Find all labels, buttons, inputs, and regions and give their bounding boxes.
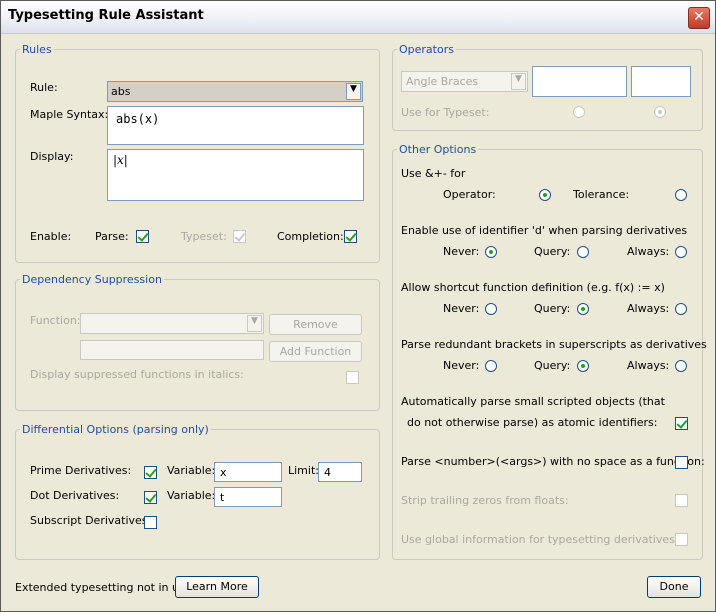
prime-variable-field[interactable]: x (214, 462, 282, 482)
number-args-checkbox[interactable] (675, 456, 688, 469)
identifier-d-query-label: Query: (534, 245, 571, 258)
identifier-d-label: Enable use of identifier 'd' when parsin… (401, 224, 688, 237)
maple-syntax-label: Maple Syntax: (30, 108, 109, 121)
operator-type-value: Angle Braces (406, 75, 479, 88)
global-info-label: Use global information for typesetting d… (401, 533, 679, 546)
status-text: Extended typesetting not in use (15, 581, 192, 594)
chevron-down-icon[interactable]: ▼ (511, 73, 526, 90)
window-title: Typesetting Rule Assistant (8, 8, 204, 23)
typeset-label: Typeset: (181, 230, 227, 243)
operator-close-field[interactable] (631, 66, 691, 97)
dot-variable-value: t (220, 491, 225, 504)
rules-legend: Rules (22, 43, 52, 56)
dot-derivatives-checkbox[interactable] (144, 491, 157, 504)
use-for-typeset-radio-2[interactable] (654, 106, 666, 118)
number-args-label: Parse <number>(<args>) with no space as … (401, 455, 705, 468)
use-for-typeset-label: Use for Typeset: (401, 106, 490, 119)
subscript-derivatives-label: Subscript Derivatives: (30, 514, 152, 527)
rule-label: Rule: (30, 81, 58, 94)
rule-select-value: abs (111, 85, 131, 98)
auto-parse-checkbox[interactable] (675, 417, 688, 430)
function-input[interactable] (80, 340, 264, 360)
shortcut-always-radio[interactable] (675, 303, 687, 315)
redundant-never-radio[interactable] (485, 360, 497, 372)
differential-legend: Differential Options (parsing only) (22, 423, 209, 436)
typeset-checkbox[interactable] (233, 230, 246, 243)
function-select[interactable]: ▼ (80, 313, 264, 334)
learn-more-button[interactable]: Learn More (175, 576, 259, 598)
enable-label: Enable: (30, 230, 72, 243)
identifier-d-query-radio[interactable] (577, 246, 589, 258)
limit-label: Limit: (288, 464, 319, 477)
display-label: Display: (30, 150, 74, 163)
redundant-label: Parse redundant brackets in superscripts… (401, 338, 707, 351)
auto-parse-label-line2: do not otherwise parse) as atomic identi… (407, 416, 658, 429)
shortcut-never-radio[interactable] (485, 303, 497, 315)
display-field[interactable]: |x| (107, 149, 364, 201)
dot-variable-field[interactable]: t (214, 487, 282, 507)
auto-parse-label-line1: Automatically parse small scripted objec… (401, 395, 665, 408)
rule-select[interactable]: abs ▼ (107, 81, 363, 102)
completion-checkbox[interactable] (344, 230, 357, 243)
prime-derivatives-label: Prime Derivatives: (30, 464, 132, 477)
identifier-d-never-label: Never: (443, 245, 480, 258)
parse-checkbox[interactable] (136, 230, 149, 243)
redundant-query-label: Query: (534, 359, 571, 372)
identifier-d-never-radio[interactable] (485, 246, 497, 258)
parse-label: Parse: (95, 230, 129, 243)
use-amp-tolerance-radio[interactable] (675, 189, 687, 201)
completion-label: Completion: (277, 230, 344, 243)
shortcut-query-label: Query: (534, 302, 571, 315)
shortcut-label: Allow shortcut function definition (e.g.… (401, 281, 665, 294)
strip-zeros-checkbox[interactable] (675, 494, 688, 507)
limit-value: 4 (324, 466, 331, 479)
identifier-d-always-label: Always: (627, 245, 670, 258)
close-icon: ✕ (693, 9, 705, 25)
dialog-window: Typesetting Rule Assistant ✕ Rules Rule:… (0, 0, 716, 612)
redundant-always-label: Always: (627, 359, 670, 372)
operator-type-select[interactable]: Angle Braces ▼ (401, 71, 528, 92)
use-for-typeset-radio-1[interactable] (573, 106, 585, 118)
maple-syntax-field[interactable]: abs(x) (107, 106, 364, 145)
global-info-checkbox[interactable] (675, 533, 688, 546)
identifier-d-always-radio[interactable] (675, 246, 687, 258)
shortcut-query-radio[interactable] (577, 303, 589, 315)
operator-label: Operator: (443, 188, 496, 201)
done-button[interactable]: Done (647, 576, 701, 598)
strip-zeros-label: Strip trailing zeros from floats: (401, 494, 569, 507)
prime-variable-label: Variable: (167, 464, 216, 477)
display-value: |x| (113, 153, 128, 167)
limit-field[interactable]: 4 (318, 462, 362, 482)
italics-label: Display suppressed functions in italics: (30, 368, 244, 381)
subscript-derivatives-checkbox[interactable] (144, 516, 157, 529)
maple-syntax-value: abs(x) (116, 112, 160, 126)
shortcut-always-label: Always: (627, 302, 670, 315)
prime-derivatives-checkbox[interactable] (144, 466, 157, 479)
dot-derivatives-label: Dot Derivatives: (30, 489, 120, 502)
other-options-legend: Other Options (399, 143, 477, 156)
function-label: Function: (30, 314, 81, 327)
title-bar: Typesetting Rule Assistant ✕ (1, 1, 715, 34)
redundant-always-radio[interactable] (675, 360, 687, 372)
redundant-query-radio[interactable] (577, 360, 589, 372)
remove-button[interactable]: Remove (269, 314, 362, 335)
dependency-legend: Dependency Suppression (22, 273, 162, 286)
operators-legend: Operators (399, 43, 454, 56)
chevron-down-icon[interactable]: ▼ (247, 315, 262, 332)
italics-checkbox[interactable] (346, 371, 359, 384)
chevron-down-icon[interactable]: ▼ (346, 83, 361, 100)
use-amp-operator-radio[interactable] (539, 189, 551, 201)
operator-open-field[interactable] (532, 66, 627, 97)
use-amp-label: Use &+- for (401, 167, 466, 180)
redundant-never-label: Never: (443, 359, 480, 372)
dot-variable-label: Variable: (167, 489, 216, 502)
prime-variable-value: x (220, 466, 227, 479)
add-function-button[interactable]: Add Function (269, 341, 362, 362)
close-button[interactable]: ✕ (688, 7, 710, 29)
tolerance-label: Tolerance: (573, 188, 630, 201)
shortcut-never-label: Never: (443, 302, 480, 315)
